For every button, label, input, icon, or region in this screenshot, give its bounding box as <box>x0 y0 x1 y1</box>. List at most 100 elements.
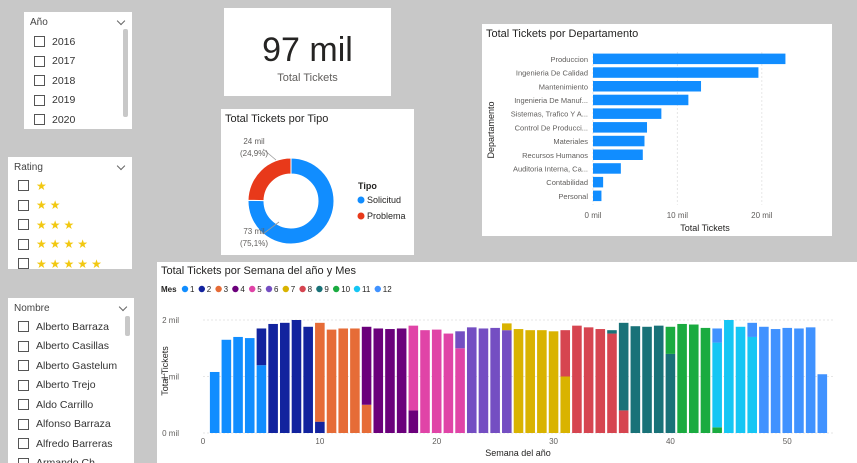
week-bar-segment[interactable] <box>747 336 757 433</box>
name-option[interactable]: Alberto Trejo <box>18 376 134 396</box>
checkbox[interactable] <box>18 258 29 269</box>
checkbox[interactable] <box>34 94 45 106</box>
name-option[interactable]: Alfonso Barraza <box>18 415 134 435</box>
department-bar[interactable] <box>593 53 786 65</box>
year-option[interactable]: 2016 <box>34 32 132 52</box>
week-bar-segment[interactable] <box>607 333 617 433</box>
week-bar-segment[interactable] <box>548 331 559 433</box>
week-bar-segment[interactable] <box>618 410 629 433</box>
department-bar[interactable] <box>593 94 689 106</box>
week-bar-segment[interactable] <box>373 328 384 433</box>
department-bar[interactable] <box>593 149 643 161</box>
year-option[interactable]: 2017 <box>34 52 132 72</box>
week-bar-segment[interactable] <box>244 338 255 433</box>
week-bar-segment[interactable] <box>759 326 769 433</box>
week-bar-segment[interactable] <box>712 342 722 428</box>
department-bar[interactable] <box>593 108 662 119</box>
week-bar-segment[interactable] <box>665 326 676 354</box>
name-option[interactable]: Alberto Casillas <box>18 337 134 357</box>
chevron-down-icon[interactable] <box>116 162 126 172</box>
week-bar-segment[interactable] <box>268 323 278 433</box>
donut-legend-item[interactable]: Problema <box>367 211 406 221</box>
rating-slicer-header[interactable]: Rating <box>8 159 132 175</box>
week-bar-segment[interactable] <box>537 330 547 433</box>
week-bar-segment[interactable] <box>209 371 220 433</box>
name-option[interactable]: Aldo Carrillo <box>18 395 134 415</box>
department-bar[interactable] <box>593 81 702 92</box>
weekly-legend-item[interactable]: 7 <box>291 285 296 294</box>
week-bar-segment[interactable] <box>455 331 465 349</box>
week-bar-segment[interactable] <box>665 353 676 433</box>
name-option[interactable]: Alfredo Barreras <box>18 434 134 454</box>
week-bar-segment[interactable] <box>280 322 290 433</box>
week-bar-segment[interactable] <box>256 365 267 433</box>
week-bar-segment[interactable] <box>478 328 489 433</box>
department-bar[interactable] <box>593 67 759 78</box>
week-bar-segment[interactable] <box>315 322 325 422</box>
week-bar-segment[interactable] <box>513 329 524 433</box>
week-bar-segment[interactable] <box>443 333 454 433</box>
week-bar-segment[interactable] <box>782 327 793 433</box>
week-bar-segment[interactable] <box>256 328 267 366</box>
week-bar-segment[interactable] <box>794 328 804 433</box>
week-bar-segment[interactable] <box>712 427 722 433</box>
checkbox[interactable] <box>34 114 45 126</box>
rating-option[interactable]: ★ <box>18 176 132 196</box>
week-bar-segment[interactable] <box>805 327 816 433</box>
week-bar-segment[interactable] <box>466 327 477 433</box>
week-bar-segment[interactable] <box>338 328 349 433</box>
rating-option[interactable]: ★ ★ ★ ★ ★ <box>18 254 132 269</box>
week-bar-segment[interactable] <box>817 374 828 433</box>
week-bar-segment[interactable] <box>315 421 325 433</box>
donut-legend-item[interactable]: Solicitud <box>367 195 401 205</box>
rating-option[interactable]: ★ ★ ★ <box>18 215 132 235</box>
week-bar-segment[interactable] <box>502 323 512 331</box>
checkbox[interactable] <box>18 340 29 352</box>
checkbox[interactable] <box>18 457 29 463</box>
week-bar-segment[interactable] <box>361 404 372 433</box>
donut-slice-problema[interactable] <box>247 157 292 202</box>
checkbox[interactable] <box>18 399 29 411</box>
week-bar-segment[interactable] <box>291 320 302 433</box>
week-bar-segment[interactable] <box>408 325 419 411</box>
week-bar-segment[interactable] <box>560 376 571 434</box>
week-bar-segment[interactable] <box>712 328 722 343</box>
checkbox[interactable] <box>18 360 29 372</box>
year-option[interactable]: 2020 <box>34 110 132 129</box>
year-option[interactable]: 2018 <box>34 71 132 91</box>
name-option[interactable]: Alberto Gastelum <box>18 356 134 376</box>
checkbox[interactable] <box>18 379 29 391</box>
week-bar-segment[interactable] <box>420 330 430 433</box>
name-option[interactable]: Alberto Barraza <box>18 317 134 337</box>
weekly-legend-item[interactable]: 1 <box>190 285 195 294</box>
weekly-legend-item[interactable]: 12 <box>383 285 392 294</box>
year-slicer-header[interactable]: Año <box>24 14 132 30</box>
week-bar-segment[interactable] <box>303 326 313 433</box>
week-bar-segment[interactable] <box>490 327 500 433</box>
week-bar-segment[interactable] <box>653 325 664 433</box>
week-bar-segment[interactable] <box>618 322 629 411</box>
weekly-legend-item[interactable]: 2 <box>207 285 212 294</box>
checkbox[interactable] <box>18 438 29 450</box>
week-bar-segment[interactable] <box>688 324 699 433</box>
week-bar-segment[interactable] <box>525 330 535 433</box>
week-bar-segment[interactable] <box>724 320 734 433</box>
week-bar-segment[interactable] <box>642 326 652 433</box>
weekly-legend-item[interactable]: 11 <box>362 285 371 294</box>
weekly-legend-item[interactable]: 6 <box>274 285 279 294</box>
week-bar-segment[interactable] <box>350 328 360 433</box>
week-bar-segment[interactable] <box>455 348 465 433</box>
checkbox[interactable] <box>18 321 29 333</box>
week-bar-segment[interactable] <box>361 326 372 405</box>
name-slicer-header[interactable]: Nombre <box>8 300 134 316</box>
department-bar[interactable] <box>593 176 604 188</box>
week-bar-segment[interactable] <box>396 328 407 433</box>
weekly-legend-item[interactable]: 9 <box>324 285 329 294</box>
weekly-legend-item[interactable]: 3 <box>224 285 229 294</box>
week-bar-segment[interactable] <box>221 339 232 433</box>
week-bar-segment[interactable] <box>770 329 781 433</box>
department-bar[interactable] <box>593 163 621 174</box>
name-option[interactable]: Armando Ch... <box>18 454 134 463</box>
checkbox[interactable] <box>18 180 29 192</box>
chevron-down-icon[interactable] <box>116 17 126 27</box>
